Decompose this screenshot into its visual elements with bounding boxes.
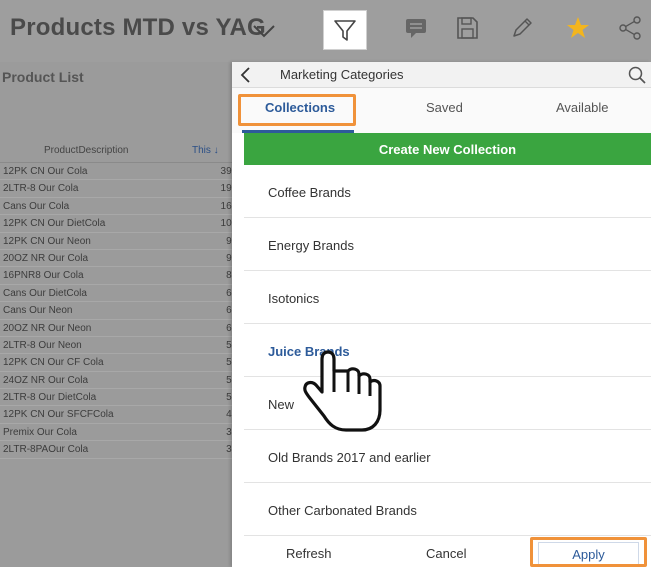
save-icon[interactable] <box>452 13 482 43</box>
tab-available[interactable]: Available <box>556 100 609 115</box>
product-list-panel: Product List ProductDescription This ↓ 1… <box>0 62 244 567</box>
panel-title: Marketing Categories <box>280 67 404 82</box>
row-name: 2LTR-8 Our Neon <box>3 339 82 351</box>
product-list-rows: 12PK CN Our Cola 39,1 2LTR-8 Our Cola 19,3… <box>0 163 244 459</box>
star-icon[interactable] <box>563 13 593 43</box>
toolbar: Products MTD vs YAG <box>0 0 651 62</box>
table-row[interactable]: 2LTR-8 Our Neon5,7 <box>0 337 244 355</box>
row-name: 2LTR-8 Our DietCola <box>3 392 97 404</box>
tab-saved[interactable]: Saved <box>426 100 463 115</box>
table-row[interactable]: 24OZ NR Our Cola5,0 <box>0 372 244 390</box>
row-name: 12PK CN Our SFCFCola <box>3 409 114 421</box>
row-name: Cans Our Cola <box>3 200 70 212</box>
refresh-button[interactable]: Refresh <box>286 546 332 561</box>
row-name: 20OZ NR Our Neon <box>3 322 92 334</box>
comment-icon[interactable] <box>401 13 431 43</box>
table-row[interactable]: Cans Our Cola 16,1 <box>0 198 244 216</box>
table-row[interactable]: 20OZ NR Our Cola9,5 <box>0 250 244 268</box>
product-list-header: ProductDescription This ↓ <box>0 141 244 163</box>
panel-footer: Refresh Cancel Apply <box>244 536 651 567</box>
table-row[interactable]: Cans Our Neon6,4 <box>0 302 244 320</box>
filter-icon[interactable] <box>323 10 367 50</box>
back-chevron-icon[interactable] <box>236 65 256 85</box>
table-row[interactable]: 12PK CN Our CF Cola5,0 <box>0 354 244 372</box>
row-name: 12PK CN Our CF Cola <box>3 357 104 369</box>
table-row[interactable]: 2LTR-8PAOur Cola3,2 <box>0 441 244 459</box>
row-name: 12PK CN Our DietCola <box>3 218 106 230</box>
apply-button[interactable]: Apply <box>530 537 647 567</box>
list-item-label: Energy Brands <box>268 238 354 253</box>
row-name: Premix Our Cola <box>3 426 77 438</box>
row-name: 16PNR8 Our Cola <box>3 270 84 282</box>
list-item[interactable]: Energy Brands <box>244 218 651 271</box>
row-name: 20OZ NR Our Cola <box>3 252 89 264</box>
table-row[interactable]: 12PK CN Our Cola 39,1 <box>0 163 244 181</box>
apply-button-label: Apply <box>572 547 605 562</box>
share-icon[interactable] <box>615 13 645 43</box>
search-icon[interactable] <box>627 65 647 85</box>
panel-tabs: Collections Saved Available <box>232 88 651 133</box>
list-item-label: Other Carbonated Brands <box>268 503 417 518</box>
page-title: Products MTD vs YAG <box>10 14 266 41</box>
create-new-collection-button[interactable]: Create New Collection <box>244 133 651 165</box>
marketing-categories-panel: Marketing Categories Collections Saved A… <box>232 62 651 567</box>
row-name: 12PK CN Our Neon <box>3 235 91 247</box>
list-item[interactable]: Other Carbonated Brands <box>244 483 651 536</box>
hand-pointer-icon <box>303 350 382 432</box>
cancel-button[interactable]: Cancel <box>426 546 466 561</box>
row-name: Cans Our DietCola <box>3 287 87 299</box>
list-item-label: Isotonics <box>268 291 320 306</box>
row-name: 2LTR-8PAOur Cola <box>3 444 89 456</box>
list-item[interactable]: Isotonics <box>244 271 651 324</box>
list-item-label: Coffee Brands <box>268 185 351 200</box>
table-row[interactable]: Premix Our Cola3,5 <box>0 424 244 442</box>
table-row[interactable]: 12PK CN Our SFCFCola4,9 <box>0 406 244 424</box>
list-item-label: Old Brands 2017 and earlier <box>268 450 431 465</box>
list-item-label: New <box>268 397 295 412</box>
table-row[interactable]: 20OZ NR Our Neon6,0 <box>0 320 244 337</box>
row-name: 12PK CN Our Cola <box>3 166 88 177</box>
table-row[interactable]: Cans Our DietCola6,7 <box>0 285 244 303</box>
edit-icon[interactable] <box>507 13 537 43</box>
table-row[interactable]: 12PK CN Our DietCola 10,8 <box>0 215 244 233</box>
panel-header: Marketing Categories <box>232 62 651 88</box>
table-row[interactable]: 12PK CN Our Neon9,7 <box>0 233 244 250</box>
table-row[interactable]: 2LTR-8 Our DietCola5,0 <box>0 389 244 407</box>
chevron-down-icon[interactable] <box>250 17 278 43</box>
row-name: 2LTR-8 Our Cola <box>3 183 79 195</box>
table-row[interactable]: 16PNR8 Our Cola8,1 <box>0 267 244 285</box>
column-header-product[interactable]: ProductDescription <box>44 145 128 156</box>
row-name: Cans Our Neon <box>3 305 73 317</box>
list-item[interactable]: Coffee Brands <box>244 165 651 218</box>
product-list-title: Product List <box>2 69 84 85</box>
tab-collections[interactable]: Collections <box>265 100 335 115</box>
row-name: 24OZ NR Our Cola <box>3 374 89 386</box>
column-header-this[interactable]: This ↓ <box>192 145 219 156</box>
table-row[interactable]: 2LTR-8 Our Cola 19,3 <box>0 180 244 198</box>
